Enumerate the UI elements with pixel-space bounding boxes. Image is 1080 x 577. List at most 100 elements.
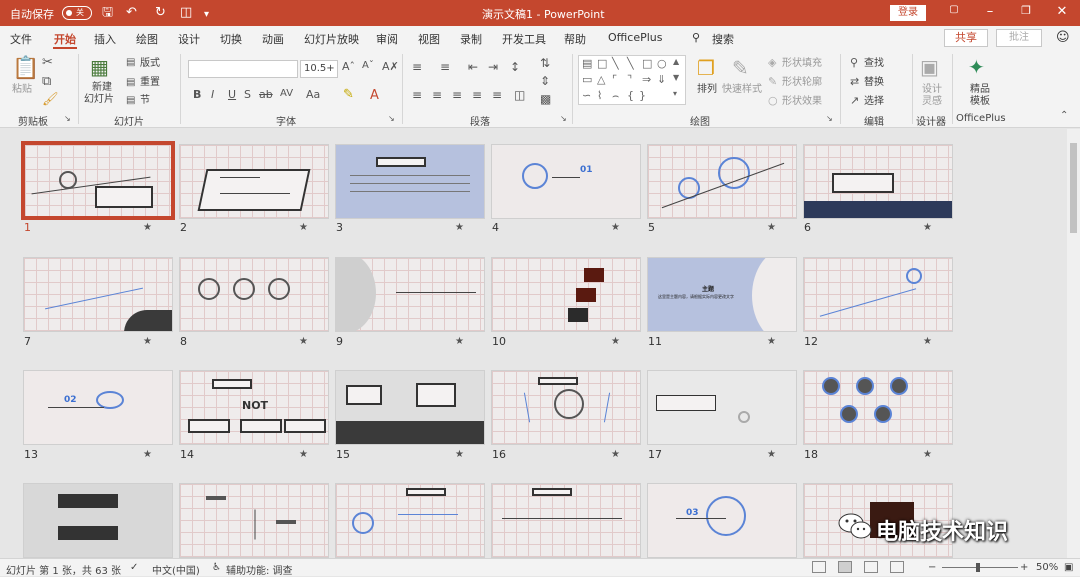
slide-thumbnail-17[interactable] (647, 370, 797, 445)
align-left-icon[interactable]: ≡ (412, 88, 422, 102)
drawing-launcher-icon[interactable]: ↘ (826, 114, 833, 123)
replace-icon[interactable]: ⇄ (850, 75, 859, 88)
slide-thumbnail-23[interactable]: 03 (647, 483, 797, 558)
fit-to-window-icon[interactable]: ▣ (1064, 562, 1073, 573)
slide-thumbnail-2[interactable] (179, 144, 329, 219)
line-shape-icon[interactable]: ╲ (612, 57, 619, 70)
section-icon[interactable]: ▤ (126, 95, 135, 106)
justify-icon[interactable]: ≡ (472, 88, 482, 102)
tab-review[interactable]: 审阅 (376, 31, 398, 47)
reset-icon[interactable]: ▤ (126, 77, 135, 88)
slide-thumbnail-5[interactable] (647, 144, 797, 219)
tab-officeplus[interactable]: OfficePlus (608, 31, 663, 44)
officeplus-logo-icon[interactable]: ✦ (968, 55, 985, 79)
font-size-input[interactable]: 10.5+ (300, 60, 338, 78)
shape-fill-icon[interactable]: ◈ (768, 56, 776, 69)
animation-star-icon[interactable]: ★ (611, 222, 620, 233)
zoom-slider[interactable] (942, 567, 1018, 568)
gallery-down-icon[interactable]: ▼ (673, 73, 679, 82)
align-center-icon[interactable]: ≡ (432, 88, 442, 102)
animation-star-icon[interactable]: ★ (611, 336, 620, 347)
paste-button[interactable]: 粘贴 (12, 84, 32, 96)
format-painter-icon[interactable]: 🖌 (42, 92, 59, 107)
text-direction-icon[interactable]: ⇅ (540, 56, 550, 70)
search-icon[interactable]: ⚲ (692, 31, 700, 44)
design-ideas-icon[interactable]: ▣ (920, 55, 939, 79)
slide-thumbnail-18[interactable] (803, 370, 953, 445)
strikethrough-icon[interactable]: ab (259, 88, 273, 101)
slide-thumbnail-3[interactable] (335, 144, 485, 219)
cut-icon[interactable]: ✂ (42, 55, 53, 70)
shape-outline-button[interactable]: 形状轮廓 (782, 77, 822, 89)
login-button[interactable]: 登录 (890, 5, 926, 21)
triangle-shape-icon[interactable]: △ (597, 73, 605, 86)
arrow-shape-icon[interactable]: ⇓ (657, 73, 666, 86)
reading-view-icon[interactable] (864, 561, 878, 573)
shape-fill-button[interactable]: 形状填充 (782, 58, 822, 70)
slide-thumbnail-12[interactable] (803, 257, 953, 332)
animation-star-icon[interactable]: ★ (767, 449, 776, 460)
animation-star-icon[interactable]: ★ (455, 222, 464, 233)
close-icon[interactable]: ✕ (1052, 4, 1072, 19)
connector-shape-icon[interactable]: ⌜ (612, 73, 617, 86)
quick-styles-button[interactable]: 快速样式 (722, 84, 762, 96)
brace-shape-icon[interactable]: { (627, 89, 634, 102)
reset-button[interactable]: 重置 (140, 77, 160, 89)
boutique-template-label-1[interactable]: 精品 (970, 84, 990, 96)
tab-help[interactable]: 帮助 (564, 31, 586, 47)
tab-record[interactable]: 录制 (460, 31, 482, 47)
normal-view-icon[interactable] (812, 561, 826, 573)
numbering-icon[interactable]: ≡ (440, 60, 450, 74)
slide-thumbnail-4[interactable]: 01 (491, 144, 641, 219)
customize-icon[interactable]: ▾ (204, 7, 209, 22)
restore-icon[interactable]: ❐ (1016, 4, 1036, 17)
freeform-shape-icon[interactable]: ∽ (582, 89, 591, 102)
vertical-scrollbar[interactable] (1067, 129, 1080, 558)
collapse-ribbon-icon[interactable]: ⌃ (1060, 110, 1068, 121)
layout-icon[interactable]: ▤ (126, 57, 135, 68)
slide-thumbnail-21[interactable] (335, 483, 485, 558)
animation-star-icon[interactable]: ★ (455, 449, 464, 460)
spellcheck-icon[interactable]: ✓ (130, 562, 138, 573)
replace-button[interactable]: 替换 (864, 77, 884, 89)
animation-star-icon[interactable]: ★ (299, 336, 308, 347)
text-box-shape-icon[interactable]: ▤ (582, 57, 592, 70)
font-name-input[interactable] (188, 60, 298, 78)
select-button[interactable]: 选择 (864, 96, 884, 108)
tab-animations[interactable]: 动画 (262, 31, 284, 47)
accessibility-status[interactable]: 辅助功能: 调查 (226, 562, 293, 577)
change-case-icon[interactable]: Aa (306, 88, 320, 101)
animation-star-icon[interactable]: ★ (923, 222, 932, 233)
shape-effects-button[interactable]: 形状效果 (782, 96, 822, 108)
animation-star-icon[interactable]: ★ (143, 449, 152, 460)
animation-star-icon[interactable]: ★ (299, 222, 308, 233)
shape-outline-icon[interactable]: ✎ (768, 75, 777, 88)
comment-button[interactable]: 批注 (996, 29, 1042, 47)
shrink-font-icon[interactable]: Aˇ (362, 60, 374, 71)
new-slide-label-2[interactable]: 幻灯片 (84, 94, 114, 106)
arrow-shape-icon[interactable]: ⇒ (642, 73, 651, 86)
start-slideshow-icon[interactable]: ◫ (180, 5, 192, 20)
animation-star-icon[interactable]: ★ (923, 336, 932, 347)
animation-star-icon[interactable]: ★ (923, 449, 932, 460)
arrange-button[interactable]: 排列 (697, 84, 717, 96)
design-ideas-label-1[interactable]: 设计 (922, 84, 942, 96)
tab-slideshow[interactable]: 幻灯片放映 (304, 31, 359, 47)
paste-icon[interactable]: 📋 (12, 56, 39, 81)
slide-thumbnail-16[interactable] (491, 370, 641, 445)
minimize-icon[interactable]: – (980, 4, 1000, 19)
zoom-slider-thumb[interactable] (976, 563, 980, 572)
paragraph-launcher-icon[interactable]: ↘ (560, 114, 567, 123)
grow-font-icon[interactable]: Aˆ (342, 60, 355, 73)
slideshow-view-icon[interactable] (890, 561, 904, 573)
tab-insert[interactable]: 插入 (94, 31, 116, 47)
language-status[interactable]: 中文(中国) (152, 562, 200, 577)
undo-icon[interactable]: ↶ (126, 5, 137, 20)
rectangle-shape-icon[interactable]: □ (642, 57, 652, 70)
zoom-in-icon[interactable]: + (1020, 562, 1028, 573)
slide-thumbnail-22[interactable] (491, 483, 641, 558)
accessibility-icon[interactable]: ♿ (212, 562, 221, 573)
increase-indent-icon[interactable]: ⇥ (488, 60, 498, 74)
find-icon[interactable]: ⚲ (850, 56, 858, 69)
italic-icon[interactable]: I (211, 88, 214, 101)
